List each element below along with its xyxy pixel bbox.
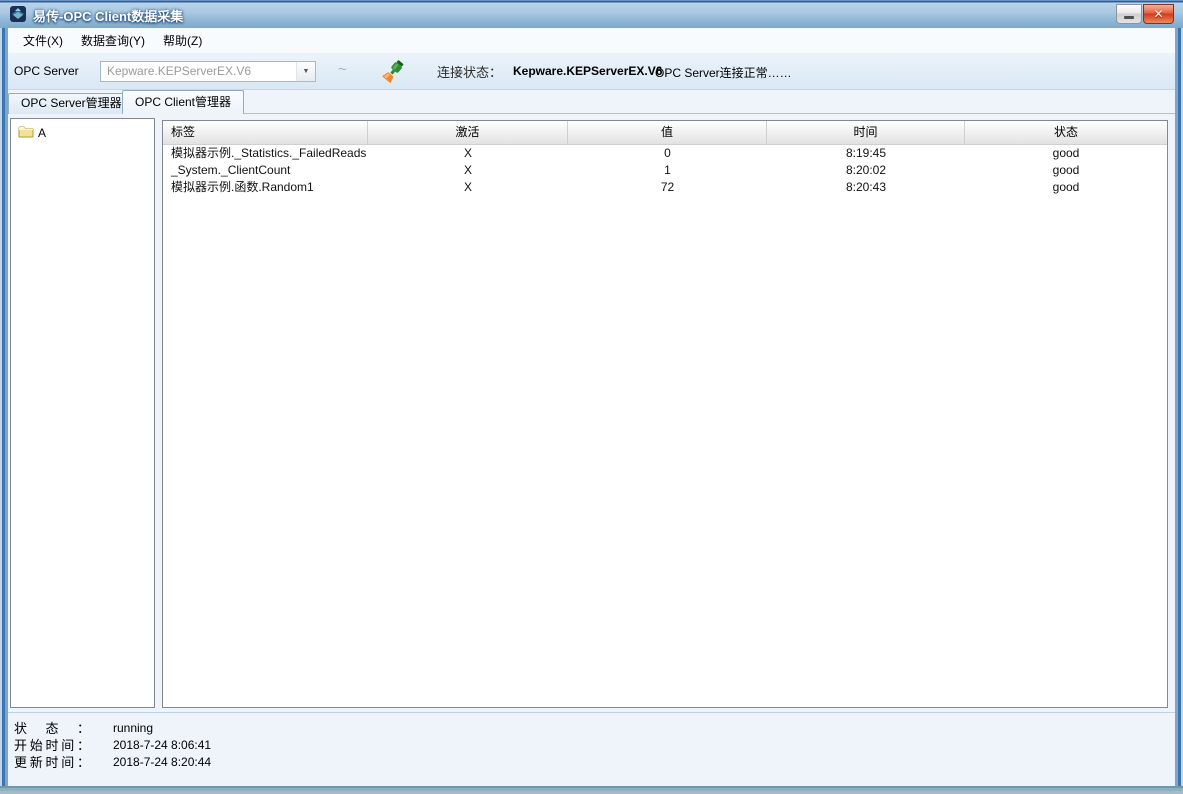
tabstrip: OPC Server管理器 OPC Client管理器 bbox=[8, 90, 1175, 114]
update-time-label: 更新时间： bbox=[14, 752, 90, 771]
client-area: 文件(X) 数据查询(Y) 帮助(Z) OPC Server Kepware.K… bbox=[8, 28, 1175, 786]
cell-active: X bbox=[368, 145, 568, 162]
cell-value: 0 bbox=[568, 145, 767, 162]
column-header-value[interactable]: 值 bbox=[568, 121, 767, 144]
menubar: 文件(X) 数据查询(Y) 帮助(Z) bbox=[8, 28, 1175, 53]
connection-status-label: 连接状态： bbox=[437, 62, 502, 81]
column-header-time[interactable]: 时间 bbox=[767, 121, 965, 144]
minimize-button[interactable] bbox=[1116, 4, 1142, 24]
tab-opc-client-manager[interactable]: OPC Client管理器 bbox=[122, 90, 244, 114]
cell-time: 8:20:02 bbox=[767, 162, 965, 179]
connected-server-name: Kepware.KEPServerEX.V6 bbox=[513, 64, 662, 78]
grid-header-row: 标签 激活 值 时间 状态 bbox=[163, 121, 1167, 145]
titlebar[interactable]: 易传-OPC Client数据采集 ✕ bbox=[0, 0, 1183, 28]
tab-opc-server-manager[interactable]: OPC Server管理器 bbox=[8, 93, 135, 114]
cell-status: good bbox=[965, 145, 1167, 162]
app-window: 易传-OPC Client数据采集 ✕ 文件(X) 数据查询(Y) 帮助(Z) … bbox=[0, 0, 1183, 794]
menu-data-query[interactable]: 数据查询(Y) bbox=[72, 29, 154, 52]
window-title: 易传-OPC Client数据采集 bbox=[33, 6, 183, 25]
window-frame-right bbox=[1175, 28, 1183, 786]
status-value: running bbox=[113, 721, 153, 735]
combobox-dropdown-button[interactable]: ▼ bbox=[296, 62, 315, 81]
window-frame-bottom bbox=[0, 786, 1183, 794]
folder-icon bbox=[18, 125, 34, 141]
column-header-status[interactable]: 状态 bbox=[965, 121, 1167, 144]
table-row[interactable]: _System._ClientCount X 1 8:20:02 good bbox=[163, 162, 1167, 179]
column-header-tag[interactable]: 标签 bbox=[163, 121, 368, 144]
cell-status: good bbox=[965, 179, 1167, 196]
close-icon: ✕ bbox=[1153, 7, 1163, 21]
cell-status: good bbox=[965, 162, 1167, 179]
start-time-row: 开始时间： 2018-7-24 8:06:41 bbox=[8, 736, 1175, 753]
minimize-icon bbox=[1124, 16, 1134, 19]
cell-time: 8:19:45 bbox=[767, 145, 965, 162]
status-row: 状态： running bbox=[8, 719, 1175, 736]
cell-tag: 模拟器示例.函数.Random1 bbox=[163, 179, 368, 196]
cell-value: 1 bbox=[568, 162, 767, 179]
connection-status-message: OPC Server连接正常…… bbox=[655, 64, 792, 81]
tree-item-label: A bbox=[38, 126, 46, 140]
tilde-mark: ~ bbox=[338, 61, 347, 78]
cell-active: X bbox=[368, 179, 568, 196]
start-time-value: 2018-7-24 8:06:41 bbox=[113, 738, 211, 752]
close-button[interactable]: ✕ bbox=[1143, 4, 1174, 24]
toolbar: OPC Server Kepware.KEPServerEX.V6 ▼ ~ bbox=[8, 53, 1175, 90]
cell-time: 8:20:43 bbox=[767, 179, 965, 196]
cell-tag: 模拟器示例._Statistics._FailedReads bbox=[163, 145, 368, 162]
menu-file[interactable]: 文件(X) bbox=[14, 29, 72, 52]
table-row[interactable]: 模拟器示例.函数.Random1 X 72 8:20:43 good bbox=[163, 179, 1167, 196]
table-row[interactable]: 模拟器示例._Statistics._FailedReads X 0 8:19:… bbox=[163, 145, 1167, 162]
tab-page-content: A 标签 激活 值 时间 状态 模拟器示例._Statistics._Faile… bbox=[8, 114, 1175, 712]
connect-plug-icon[interactable] bbox=[380, 57, 406, 85]
group-tree-panel: A bbox=[10, 118, 155, 708]
opc-server-combobox[interactable]: Kepware.KEPServerEX.V6 ▼ bbox=[100, 61, 316, 82]
cell-active: X bbox=[368, 162, 568, 179]
window-frame-left bbox=[0, 28, 8, 786]
chevron-down-icon: ▼ bbox=[303, 68, 310, 75]
tree-item-root[interactable]: A bbox=[11, 124, 154, 141]
menu-help[interactable]: 帮助(Z) bbox=[154, 29, 211, 52]
opc-server-label: OPC Server bbox=[14, 64, 79, 78]
tag-data-grid: 标签 激活 值 时间 状态 模拟器示例._Statistics._FailedR… bbox=[162, 120, 1168, 708]
column-header-active[interactable]: 激活 bbox=[368, 121, 568, 144]
opc-server-combobox-value: Kepware.KEPServerEX.V6 bbox=[101, 62, 296, 81]
status-panel: 状态： running 开始时间： 2018-7-24 8:06:41 更新时间… bbox=[8, 712, 1175, 786]
update-time-row: 更新时间： 2018-7-24 8:20:44 bbox=[8, 753, 1175, 770]
update-time-value: 2018-7-24 8:20:44 bbox=[113, 755, 211, 769]
cell-tag: _System._ClientCount bbox=[163, 162, 368, 179]
app-icon bbox=[9, 5, 27, 23]
cell-value: 72 bbox=[568, 179, 767, 196]
